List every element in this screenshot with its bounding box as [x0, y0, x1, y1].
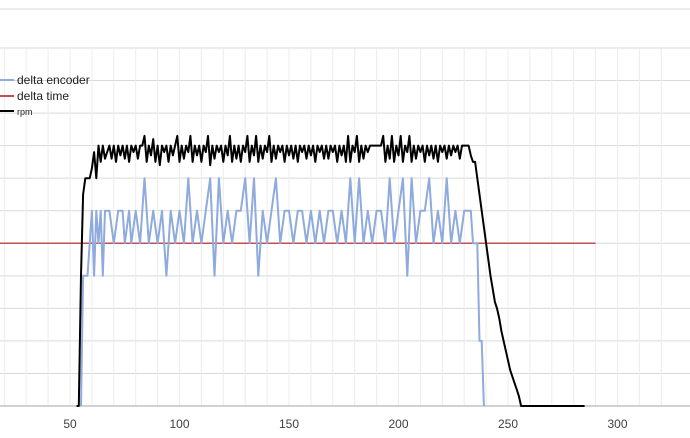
legend-label: rpm	[17, 107, 33, 117]
x-tick-label: 100	[169, 417, 189, 431]
line-chart: 50 100 150 200 250 300 delta encoder delta tim…	[0, 8, 690, 431]
x-tick-label: 250	[498, 417, 518, 431]
x-tick-label: 200	[388, 417, 408, 431]
gridlines	[0, 8, 690, 407]
legend: delta encoder delta time rpm	[0, 73, 90, 117]
x-tick-labels: 50 100 150 200 250 300	[63, 417, 628, 431]
x-tick-label: 50	[63, 417, 77, 431]
x-tick-label: 300	[607, 417, 627, 431]
series-line-delta-encoder	[80, 177, 485, 407]
legend-label: delta encoder	[17, 73, 90, 87]
chart-area: 50 100 150 200 250 300 delta encoder delta tim…	[0, 0, 690, 438]
x-tick-label: 150	[279, 417, 299, 431]
series-lines	[0, 134, 596, 407]
legend-label: delta time	[17, 89, 69, 103]
